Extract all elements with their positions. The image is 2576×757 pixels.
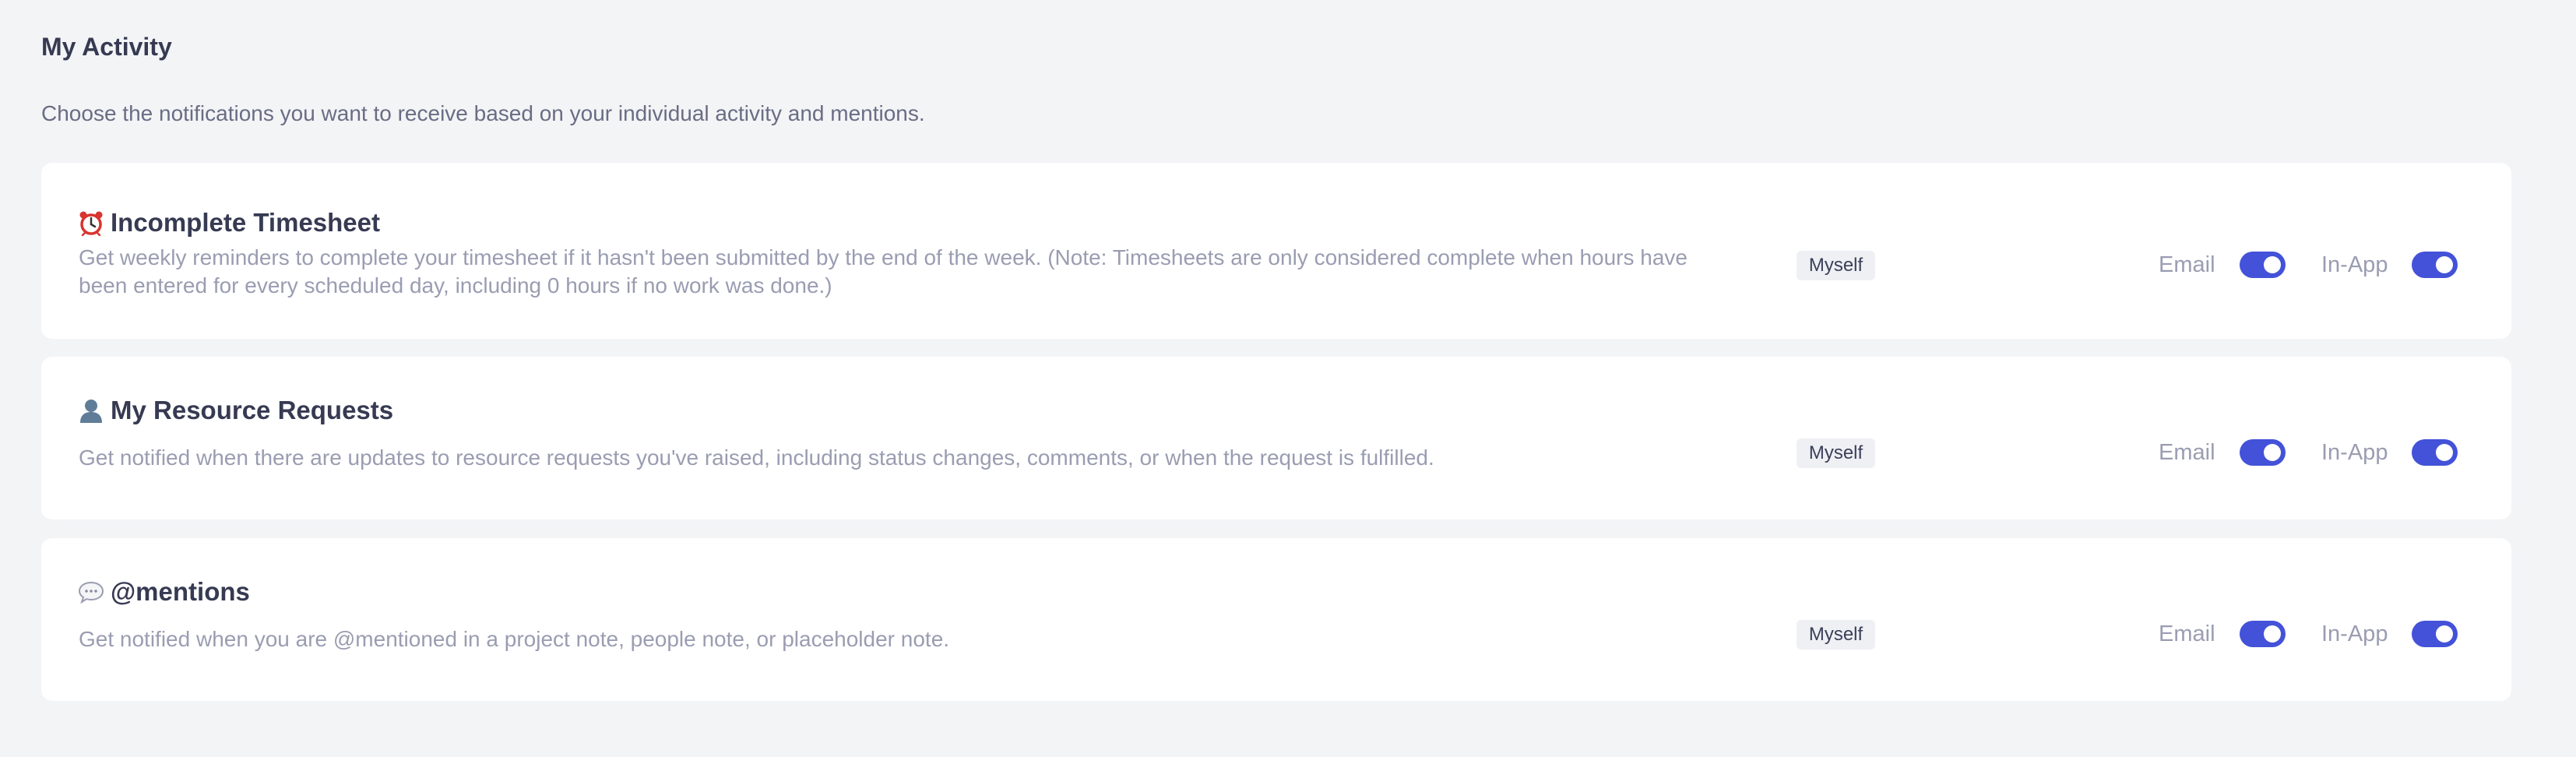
email-label: Email bbox=[2159, 252, 2215, 277]
email-toggle[interactable] bbox=[2239, 439, 2286, 466]
inapp-label: In-App bbox=[2321, 621, 2388, 646]
inapp-toggle[interactable] bbox=[2412, 621, 2458, 647]
email-toggle[interactable] bbox=[2239, 252, 2286, 278]
toggle-knob bbox=[2263, 625, 2281, 643]
toggle-knob bbox=[2436, 625, 2454, 643]
inapp-label: In-App bbox=[2321, 440, 2388, 465]
card-description: Get notified when there are updates to r… bbox=[79, 445, 1434, 470]
alarm-clock-icon bbox=[78, 209, 104, 236]
email-label: Email bbox=[2159, 440, 2215, 465]
scope-badge: Myself bbox=[1797, 251, 1875, 280]
email-label: Email bbox=[2159, 621, 2215, 646]
notification-card-resource-requests: My Resource Requests Get notified when t… bbox=[41, 357, 2511, 519]
card-title: My Resource Requests bbox=[111, 396, 394, 424]
inapp-channel: In-App bbox=[2321, 618, 2458, 650]
scope-badge: Myself bbox=[1797, 620, 1875, 650]
inapp-channel: In-App bbox=[2321, 437, 2458, 468]
scope-badge: Myself bbox=[1797, 438, 1875, 468]
inapp-channel: In-App bbox=[2321, 249, 2458, 280]
email-channel: Email bbox=[2159, 249, 2286, 280]
card-title: @mentions bbox=[111, 577, 250, 606]
section-title: My Activity bbox=[41, 33, 172, 61]
card-description: Get notified when you are @mentioned in … bbox=[79, 627, 950, 651]
inapp-toggle[interactable] bbox=[2412, 252, 2458, 278]
toggle-knob bbox=[2263, 444, 2281, 461]
card-description: Get weekly reminders to complete your ti… bbox=[79, 245, 1687, 298]
section-description: Choose the notifications you want to rec… bbox=[41, 101, 925, 125]
email-toggle[interactable] bbox=[2239, 621, 2286, 647]
notification-card-mentions: @mentions Get notified when you are @men… bbox=[41, 538, 2511, 701]
inapp-toggle[interactable] bbox=[2412, 439, 2458, 466]
card-title: Incomplete Timesheet bbox=[111, 208, 381, 237]
card-title-row: @mentions bbox=[78, 577, 250, 607]
email-channel: Email bbox=[2159, 437, 2286, 468]
inapp-label: In-App bbox=[2321, 252, 2388, 277]
person-icon bbox=[78, 397, 104, 424]
toggle-knob bbox=[2436, 256, 2454, 273]
notification-card-incomplete-timesheet: Incomplete Timesheet Get weekly reminder… bbox=[41, 163, 2511, 339]
email-channel: Email bbox=[2159, 618, 2286, 650]
toggle-knob bbox=[2263, 256, 2281, 273]
toggle-knob bbox=[2436, 444, 2454, 461]
card-title-row: My Resource Requests bbox=[78, 396, 393, 425]
speech-bubble-icon bbox=[78, 579, 104, 605]
card-title-row: Incomplete Timesheet bbox=[78, 208, 380, 238]
